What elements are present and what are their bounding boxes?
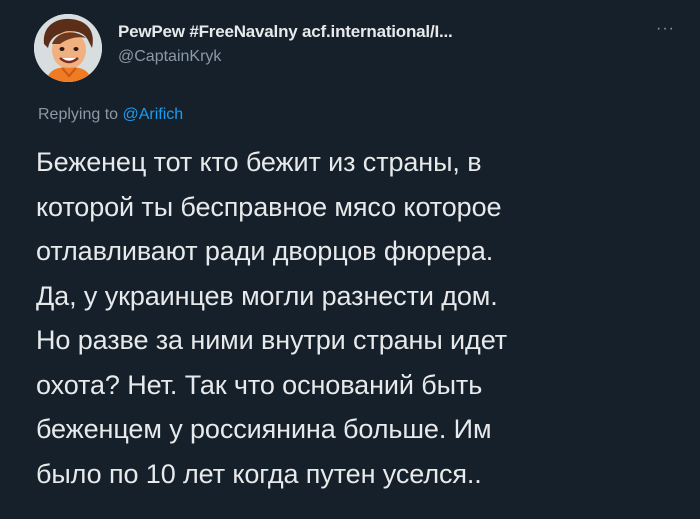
author-display-name[interactable]: PewPew #FreeNavalny acf.international/I.…: [118, 22, 628, 42]
tweet: PewPew #FreeNavalny acf.international/I.…: [0, 0, 700, 519]
tweet-text-line: которой ты бесправное мясо которое: [36, 191, 502, 222]
tweet-text-line: было по 10 лет когда путен уселся..: [36, 458, 482, 489]
tweet-text-line: беженцем у россиянина больше. Им: [36, 414, 492, 444]
tweet-text: Беженец тот кто бежит из страны, в котор…: [36, 140, 676, 496]
tweet-text-line: Беженец тот кто бежит из страны, в: [36, 147, 482, 177]
replying-to: Replying to @Arifich: [38, 106, 183, 124]
author-handle[interactable]: @CaptainKryk: [118, 48, 680, 66]
reply-mention-link[interactable]: @Arifich: [123, 106, 184, 123]
avatar[interactable]: [34, 14, 102, 82]
tweet-text-line: Да, у украинцев могли разнести дом.: [36, 280, 498, 311]
tweet-text-line: Но разве за ними внутри страны идет: [36, 325, 507, 355]
tweet-header: PewPew #FreeNavalny acf.international/I.…: [118, 22, 680, 66]
replying-to-label: Replying to: [38, 106, 119, 123]
tweet-text-line: отлавливают ради дворцов фюрера.: [36, 236, 494, 266]
more-horizontal-icon[interactable]: ···: [656, 21, 678, 37]
cartoon-avatar-icon: [34, 14, 102, 82]
tweet-text-line: охота? Нет. Так что оснований быть: [36, 369, 483, 400]
